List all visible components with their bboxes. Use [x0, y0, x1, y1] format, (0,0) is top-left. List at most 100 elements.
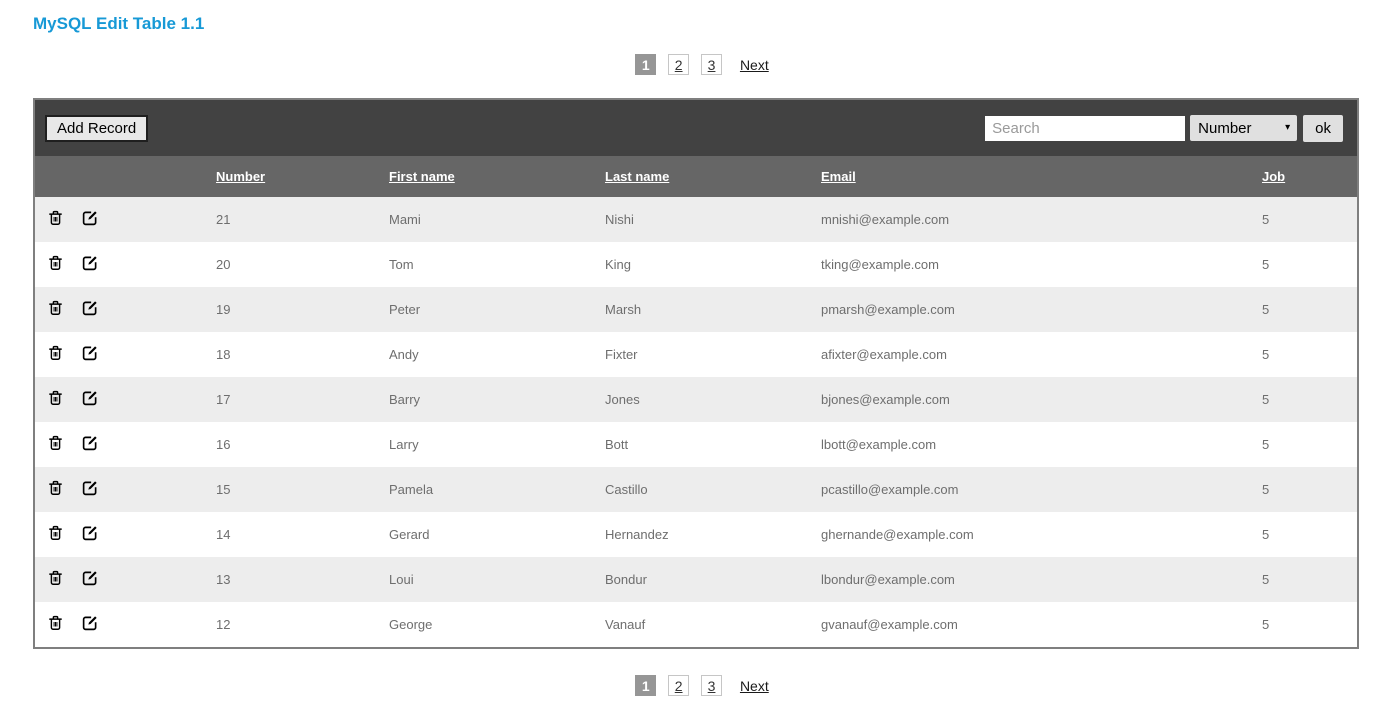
cell-first-name: Andy: [389, 332, 605, 377]
table-container: Add Record Number ▾ ok Number First name…: [33, 98, 1359, 649]
column-header-number[interactable]: Number: [216, 156, 389, 197]
cell-last-name: Fixter: [605, 332, 821, 377]
edit-row-button[interactable]: [81, 209, 99, 227]
bottom-pagination: 1 2 3 Next: [0, 675, 1400, 696]
edit-icon: [81, 434, 99, 452]
cell-first-name: Pamela: [389, 467, 605, 512]
delete-row-button[interactable]: [47, 614, 64, 632]
table-row: 18 Andy Fixter afixter@example.com 5: [35, 332, 1357, 377]
cell-last-name: Bott: [605, 422, 821, 467]
cell-job: 5: [1262, 422, 1357, 467]
cell-number: 12: [216, 602, 389, 647]
trash-icon: [47, 614, 64, 632]
table-row: 14 Gerard Hernandez ghernande@example.co…: [35, 512, 1357, 557]
cell-email: tking@example.com: [821, 242, 1262, 287]
cell-job: 5: [1262, 242, 1357, 287]
row-actions: [35, 557, 216, 602]
page-button-1[interactable]: 1: [635, 675, 656, 696]
table-row: 19 Peter Marsh pmarsh@example.com 5: [35, 287, 1357, 332]
page-button-2[interactable]: 2: [668, 54, 689, 75]
trash-icon: [47, 299, 64, 317]
delete-row-button[interactable]: [47, 299, 64, 317]
add-record-button[interactable]: Add Record: [45, 115, 148, 142]
page-title: MySQL Edit Table 1.1: [33, 14, 1400, 34]
table-header: Number First name Last name Email Job: [35, 156, 1357, 197]
delete-row-button[interactable]: [47, 344, 64, 362]
cell-number: 14: [216, 512, 389, 557]
row-actions: [35, 467, 216, 512]
search-ok-button[interactable]: ok: [1303, 115, 1343, 142]
trash-icon: [47, 524, 64, 542]
toolbar: Add Record Number ▾ ok: [35, 100, 1357, 156]
cell-last-name: Castillo: [605, 467, 821, 512]
edit-row-button[interactable]: [81, 524, 99, 542]
cell-last-name: Nishi: [605, 197, 821, 242]
cell-email: bjones@example.com: [821, 377, 1262, 422]
column-header-last-name[interactable]: Last name: [605, 156, 821, 197]
cell-email: pcastillo@example.com: [821, 467, 1262, 512]
trash-icon: [47, 434, 64, 452]
column-header-first-name[interactable]: First name: [389, 156, 605, 197]
cell-number: 15: [216, 467, 389, 512]
search-field-select[interactable]: Number: [1190, 115, 1297, 141]
edit-row-button[interactable]: [81, 344, 99, 362]
cell-number: 19: [216, 287, 389, 332]
records-table: Number First name Last name Email Job: [35, 156, 1357, 647]
cell-first-name: Peter: [389, 287, 605, 332]
cell-first-name: Loui: [389, 557, 605, 602]
edit-row-button[interactable]: [81, 479, 99, 497]
edit-row-button[interactable]: [81, 299, 99, 317]
edit-icon: [81, 524, 99, 542]
page-button-2[interactable]: 2: [668, 675, 689, 696]
next-page-link[interactable]: Next: [740, 57, 769, 73]
edit-icon: [81, 614, 99, 632]
delete-row-button[interactable]: [47, 479, 64, 497]
cell-first-name: Barry: [389, 377, 605, 422]
edit-icon: [81, 209, 99, 227]
delete-row-button[interactable]: [47, 524, 64, 542]
cell-job: 5: [1262, 602, 1357, 647]
edit-icon: [81, 569, 99, 587]
edit-row-button[interactable]: [81, 569, 99, 587]
page-button-1[interactable]: 1: [635, 54, 656, 75]
row-actions: [35, 512, 216, 557]
cell-number: 17: [216, 377, 389, 422]
trash-icon: [47, 254, 64, 272]
edit-row-button[interactable]: [81, 389, 99, 407]
trash-icon: [47, 479, 64, 497]
cell-last-name: King: [605, 242, 821, 287]
edit-icon: [81, 254, 99, 272]
top-pagination: 1 2 3 Next: [0, 54, 1400, 75]
column-header-job[interactable]: Job: [1262, 156, 1357, 197]
delete-row-button[interactable]: [47, 389, 64, 407]
edit-row-button[interactable]: [81, 254, 99, 272]
cell-last-name: Vanauf: [605, 602, 821, 647]
table-row: 16 Larry Bott lbott@example.com 5: [35, 422, 1357, 467]
trash-icon: [47, 389, 64, 407]
page-button-3[interactable]: 3: [701, 675, 722, 696]
column-header-email[interactable]: Email: [821, 156, 1262, 197]
search-field-select-wrap: Number ▾: [1190, 115, 1297, 141]
cell-email: gvanauf@example.com: [821, 602, 1262, 647]
table-body: 21 Mami Nishi mnishi@example.com 5: [35, 197, 1357, 647]
cell-email: afixter@example.com: [821, 332, 1262, 377]
delete-row-button[interactable]: [47, 434, 64, 452]
edit-row-button[interactable]: [81, 434, 99, 452]
cell-last-name: Marsh: [605, 287, 821, 332]
cell-number: 16: [216, 422, 389, 467]
search-input[interactable]: [985, 116, 1185, 141]
cell-email: lbondur@example.com: [821, 557, 1262, 602]
row-actions: [35, 602, 216, 647]
delete-row-button[interactable]: [47, 569, 64, 587]
trash-icon: [47, 344, 64, 362]
delete-row-button[interactable]: [47, 254, 64, 272]
page-button-3[interactable]: 3: [701, 54, 722, 75]
cell-job: 5: [1262, 197, 1357, 242]
delete-row-button[interactable]: [47, 209, 64, 227]
cell-email: lbott@example.com: [821, 422, 1262, 467]
edit-row-button[interactable]: [81, 614, 99, 632]
next-page-link[interactable]: Next: [740, 678, 769, 694]
row-actions: [35, 287, 216, 332]
column-header-actions: [35, 156, 216, 197]
row-actions: [35, 332, 216, 377]
